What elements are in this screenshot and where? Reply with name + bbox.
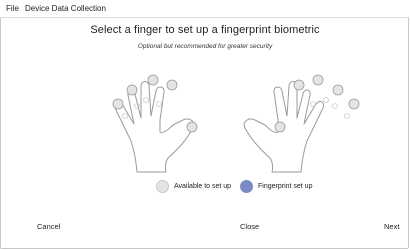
close-button[interactable]: Close bbox=[240, 222, 259, 231]
legend-setup-label: Fingerprint set up bbox=[258, 183, 313, 190]
cancel-button[interactable]: Cancel bbox=[37, 222, 60, 231]
left-hand bbox=[114, 81, 195, 173]
right-thumb-fingertip[interactable] bbox=[274, 121, 286, 133]
legend-setup: Fingerprint set up bbox=[240, 180, 312, 193]
left-index-fingertip[interactable] bbox=[166, 79, 178, 91]
left-ring-fingertip[interactable] bbox=[126, 84, 138, 96]
right-ring-fingertip[interactable] bbox=[332, 84, 344, 96]
legend-available-label: Available to set up bbox=[174, 183, 232, 190]
next-button[interactable]: Next bbox=[384, 222, 399, 231]
left-thumb-fingertip[interactable] bbox=[186, 121, 198, 133]
available-dot-icon bbox=[156, 180, 169, 193]
right-middle-fingertip[interactable] bbox=[312, 74, 324, 86]
legend-available: Available to set up bbox=[156, 180, 231, 193]
hands-illustration bbox=[112, 74, 360, 173]
setup-dot-icon bbox=[240, 180, 253, 193]
left-pinky-fingertip[interactable] bbox=[112, 98, 124, 110]
right-pinky-fingertip[interactable] bbox=[348, 98, 360, 110]
right-index-fingertip[interactable] bbox=[293, 79, 305, 91]
left-middle-fingertip[interactable] bbox=[147, 74, 159, 86]
